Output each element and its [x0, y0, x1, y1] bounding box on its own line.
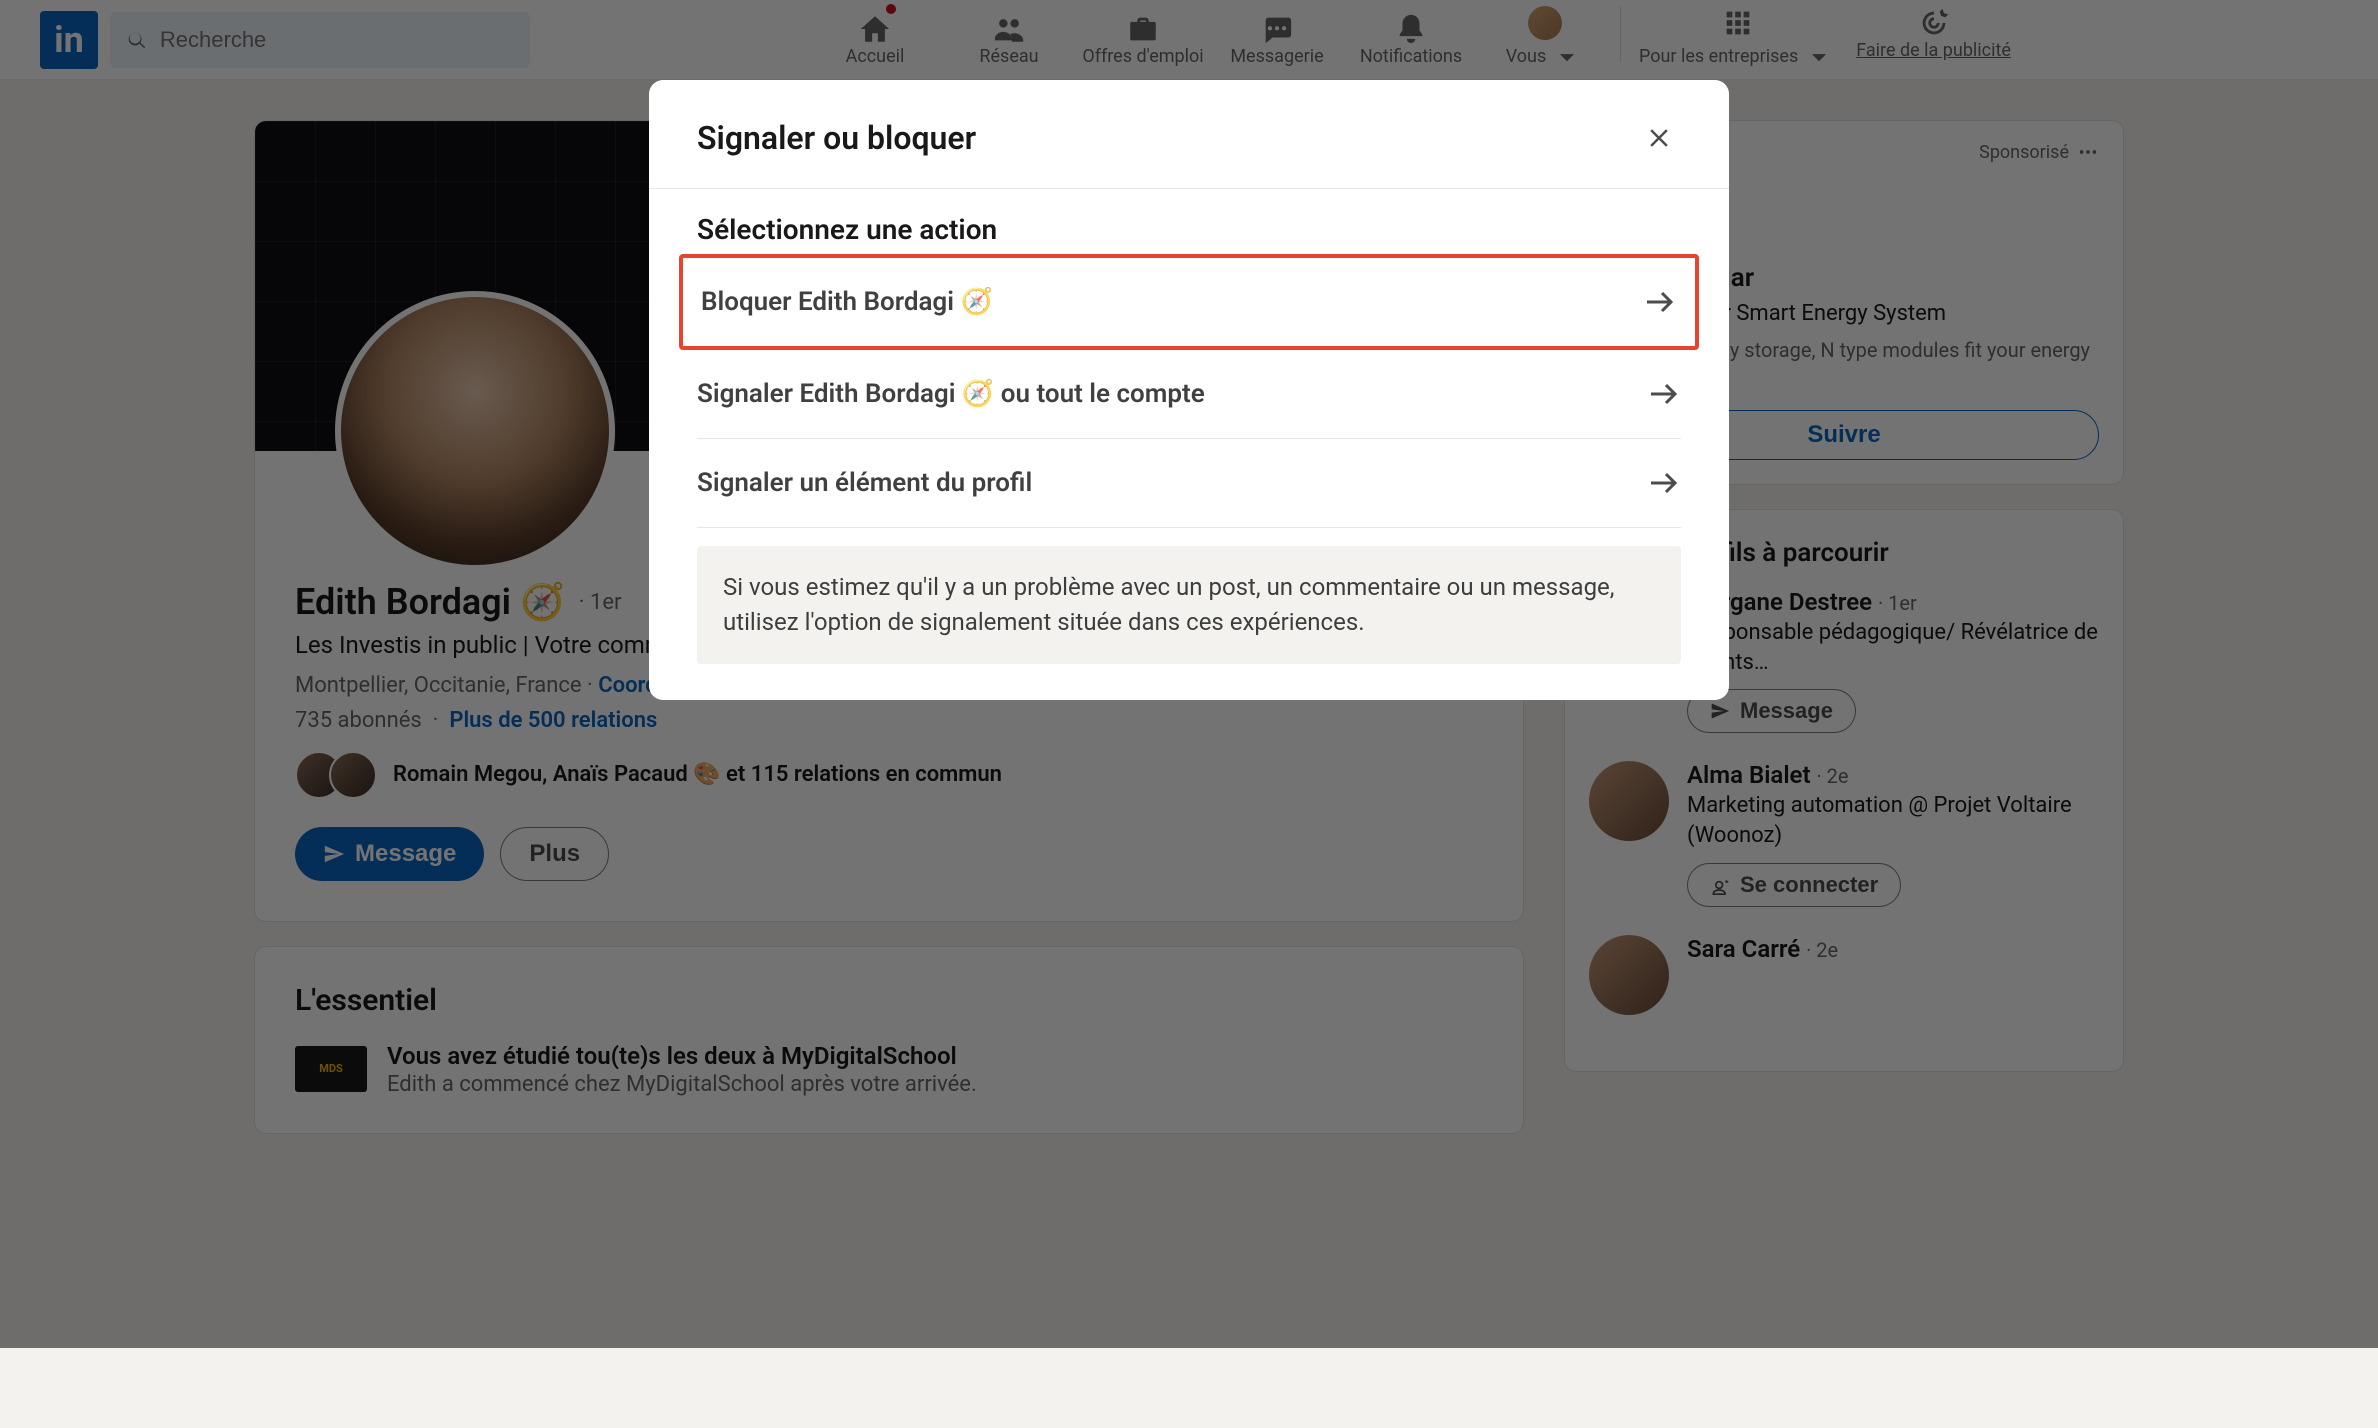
modal-title: Signaler ou bloquer: [697, 119, 976, 157]
arrow-right-icon: [1645, 465, 1681, 501]
modal-note: Si vous estimez qu'il y a un problème av…: [697, 546, 1681, 664]
report-account-action[interactable]: Signaler Edith Bordagi 🧭 ou tout le comp…: [697, 350, 1681, 439]
arrow-right-icon: [1641, 284, 1677, 320]
modal-subtitle: Sélectionnez une action: [697, 213, 1681, 246]
arrow-right-icon: [1645, 376, 1681, 412]
close-icon: [1644, 123, 1674, 153]
close-button[interactable]: [1637, 116, 1681, 160]
report-element-action[interactable]: Signaler un élément du profil: [697, 439, 1681, 528]
block-action[interactable]: Bloquer Edith Bordagi 🧭: [679, 254, 1699, 350]
report-block-modal: Signaler ou bloquer Sélectionnez une act…: [649, 80, 1729, 700]
